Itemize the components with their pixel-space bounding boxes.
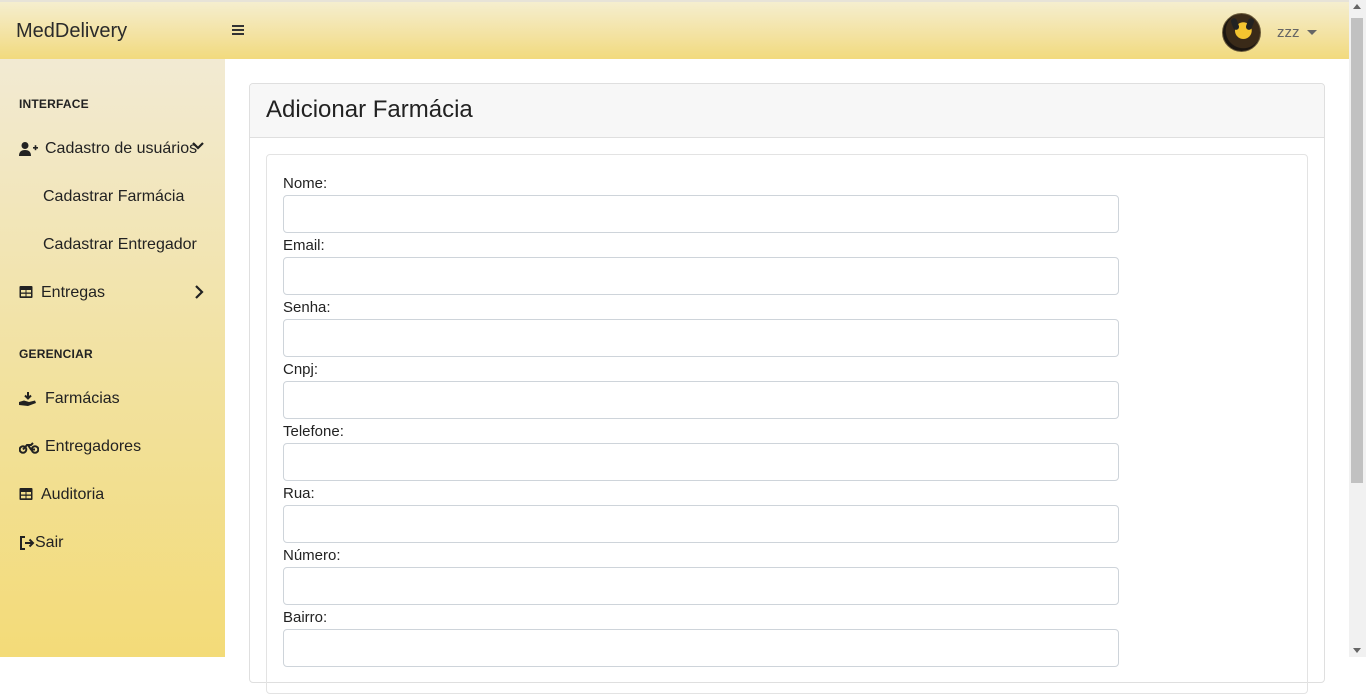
table-icon [19, 487, 35, 503]
user-menu-name[interactable]: zzz [1277, 24, 1300, 41]
field-label-rua: Rua: [283, 485, 315, 502]
card-header: Adicionar Farmácia [250, 84, 1324, 138]
sidebar-item-label: Entregadores [45, 438, 142, 455]
top-navbar: MedDelivery zzz [0, 0, 1349, 59]
sidebar-item-farmacias[interactable]: Farmácias [19, 390, 120, 408]
scroll-up-icon[interactable] [1353, 4, 1361, 9]
field-label-numero: Número: [283, 547, 341, 564]
user-plus-icon [19, 141, 39, 157]
cnpj-field[interactable] [283, 381, 1119, 419]
sidebar-subitem-cadastrar-entregador[interactable]: Cadastrar Entregador [43, 236, 197, 254]
sidebar-item-entregadores[interactable]: Entregadores [18, 438, 142, 456]
page-title: Adicionar Farmácia [266, 96, 473, 123]
sidebar-item-auditoria[interactable]: Auditoria [19, 486, 104, 504]
sidebar-item-label: Auditoria [41, 486, 105, 503]
email-field[interactable] [283, 257, 1119, 295]
bairro-field[interactable] [283, 629, 1119, 667]
sidebar-item-sair[interactable]: Sair [19, 534, 63, 552]
avatar[interactable] [1222, 13, 1261, 52]
field-label-telefone: Telefone: [283, 423, 344, 440]
sidebar-section-interface: INTERFACE [19, 97, 89, 111]
sidebar-item-label: Sair [35, 534, 64, 551]
hamburger-icon[interactable] [232, 20, 244, 41]
field-label-nome: Nome: [283, 175, 328, 192]
sidebar-item-entregas[interactable]: Entregas [19, 284, 105, 302]
form-container: Nome: Email: Senha: Cnpj: Telefone: Rua:… [266, 154, 1308, 694]
chevron-right-icon[interactable] [194, 285, 204, 304]
chevron-down-icon[interactable] [192, 139, 204, 157]
rua-field[interactable] [283, 505, 1119, 543]
sidebar-item-cadastro[interactable]: Cadastro de usuários [19, 140, 197, 158]
sign-out-icon [19, 535, 35, 551]
motorcycle-icon [18, 439, 40, 455]
scrollbar-thumb[interactable] [1351, 18, 1363, 483]
sidebar-subitem-cadastrar-farmacia[interactable]: Cadastrar Farmácia [43, 188, 184, 206]
telefone-field[interactable] [283, 443, 1119, 481]
field-label-cnpj: Cnpj: [283, 361, 319, 378]
scroll-down-icon[interactable] [1353, 648, 1361, 653]
brand-logo[interactable]: MedDelivery [16, 20, 127, 43]
senha-field[interactable] [283, 319, 1119, 357]
field-label-email: Email: [283, 237, 325, 254]
sidebar-item-label: Farmácias [45, 390, 120, 407]
sidebar: INTERFACE Cadastro de usuários Cadastrar… [0, 59, 225, 657]
sidebar-item-label: Entregas [41, 284, 106, 301]
sidebar-item-label: Cadastro de usuários [45, 140, 198, 157]
field-label-senha: Senha: [283, 299, 331, 316]
field-label-bairro: Bairro: [283, 609, 328, 626]
page-scrollbar[interactable] [1349, 0, 1366, 657]
sidebar-section-gerenciar: GERENCIAR [19, 347, 93, 361]
nome-field[interactable] [283, 195, 1119, 233]
chevron-down-icon[interactable] [1307, 30, 1317, 35]
table-icon [19, 285, 35, 301]
hand-holding-icon [19, 391, 39, 407]
numero-field[interactable] [283, 567, 1119, 605]
main-card: Adicionar Farmácia Nome: Email: Senha: C… [249, 83, 1325, 694]
